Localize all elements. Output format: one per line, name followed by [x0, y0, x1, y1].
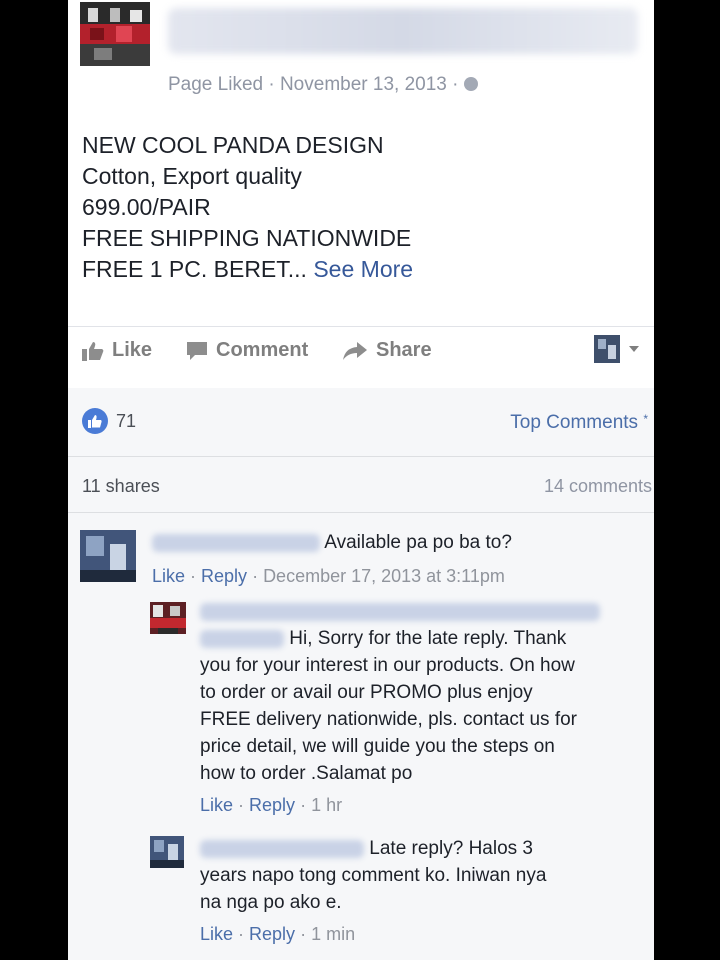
- reply: Hi, Sorry for the late reply. Thank you …: [200, 598, 620, 816]
- page-reply-avatar[interactable]: [150, 602, 186, 639]
- comment-text: Available pa po ba to?: [324, 532, 512, 553]
- comment-label: Comment: [216, 339, 309, 361]
- post-as-selector[interactable]: [594, 335, 640, 363]
- comment-icon: [187, 341, 207, 360]
- comment-like-link[interactable]: Like: [152, 566, 185, 586]
- reply-reply-link[interactable]: Reply: [249, 924, 295, 944]
- share-count[interactable]: 11 shares: [82, 476, 160, 497]
- commenter-avatar[interactable]: [80, 530, 136, 587]
- page-avatar[interactable]: [80, 2, 150, 66]
- reply-timestamp[interactable]: 1 hr: [311, 795, 342, 815]
- reply-timestamp[interactable]: 1 min: [311, 924, 355, 944]
- comment-button[interactable]: Comment: [186, 339, 308, 362]
- dropdown-star: *: [643, 412, 648, 426]
- post-body: NEW COOL PANDA DESIGN Cotton, Export qua…: [82, 130, 413, 285]
- post-meta: Page Liked · November 13, 2013 ·: [168, 74, 479, 96]
- reaction-count: 71: [116, 410, 137, 431]
- facebook-post-card: Page Liked · November 13, 2013 · NEW COO…: [68, 0, 654, 960]
- like-reaction-icon: [82, 408, 108, 434]
- reply-reply-link[interactable]: Reply: [249, 795, 295, 815]
- reply-text: Late reply? Halos 3: [369, 838, 533, 859]
- reply-text-cont: you for your interest in our products. O…: [200, 655, 578, 784]
- commenter-avatar-small[interactable]: [150, 836, 184, 873]
- comment-sort-dropdown[interactable]: Top Comments *: [510, 412, 648, 434]
- globe-icon: [464, 77, 479, 91]
- chevron-down-icon: [629, 346, 639, 352]
- sort-label: Top Comments: [510, 412, 639, 433]
- see-more-link[interactable]: See More: [313, 256, 413, 282]
- comment-count[interactable]: 14 comments: [544, 476, 652, 497]
- divider: [68, 456, 654, 457]
- reply-text: Hi, Sorry for the late reply. Thank: [289, 628, 567, 649]
- commenter-name-blurred[interactable]: [200, 839, 364, 858]
- comment-timestamp[interactable]: December 17, 2013 at 3:11pm: [263, 566, 505, 586]
- share-label: Share: [376, 339, 432, 361]
- reply-text-cont: years napo tong comment ko. Iniwan nya n…: [200, 865, 547, 913]
- thumbs-up-icon: [82, 341, 104, 361]
- reaction-summary[interactable]: 71: [82, 408, 136, 434]
- post-header: Page Liked · November 13, 2013 ·: [68, 0, 654, 110]
- comment: Available pa po ba to? Like · Reply · De…: [152, 532, 512, 586]
- share-arrow-icon: [343, 341, 367, 360]
- like-button[interactable]: Like: [82, 339, 152, 362]
- divider: [68, 326, 654, 327]
- like-label: Like: [112, 339, 153, 361]
- page-name-blurred[interactable]: [200, 602, 600, 621]
- user-avatar: [594, 335, 620, 363]
- reply-like-link[interactable]: Like: [200, 795, 233, 815]
- commenter-name-blurred[interactable]: [152, 533, 320, 552]
- share-button[interactable]: Share: [342, 339, 432, 362]
- reply: Late reply? Halos 3 years napo tong comm…: [200, 838, 547, 944]
- reply-like-link[interactable]: Like: [200, 924, 233, 944]
- page-name-blurred-cont[interactable]: [200, 629, 284, 648]
- action-bar: Like Comment Share: [82, 335, 642, 369]
- page-name-blurred[interactable]: [168, 8, 638, 54]
- divider: [68, 512, 654, 513]
- comment-reply-link[interactable]: Reply: [201, 566, 247, 586]
- post-date[interactable]: Page Liked · November 13, 2013 ·: [168, 74, 458, 95]
